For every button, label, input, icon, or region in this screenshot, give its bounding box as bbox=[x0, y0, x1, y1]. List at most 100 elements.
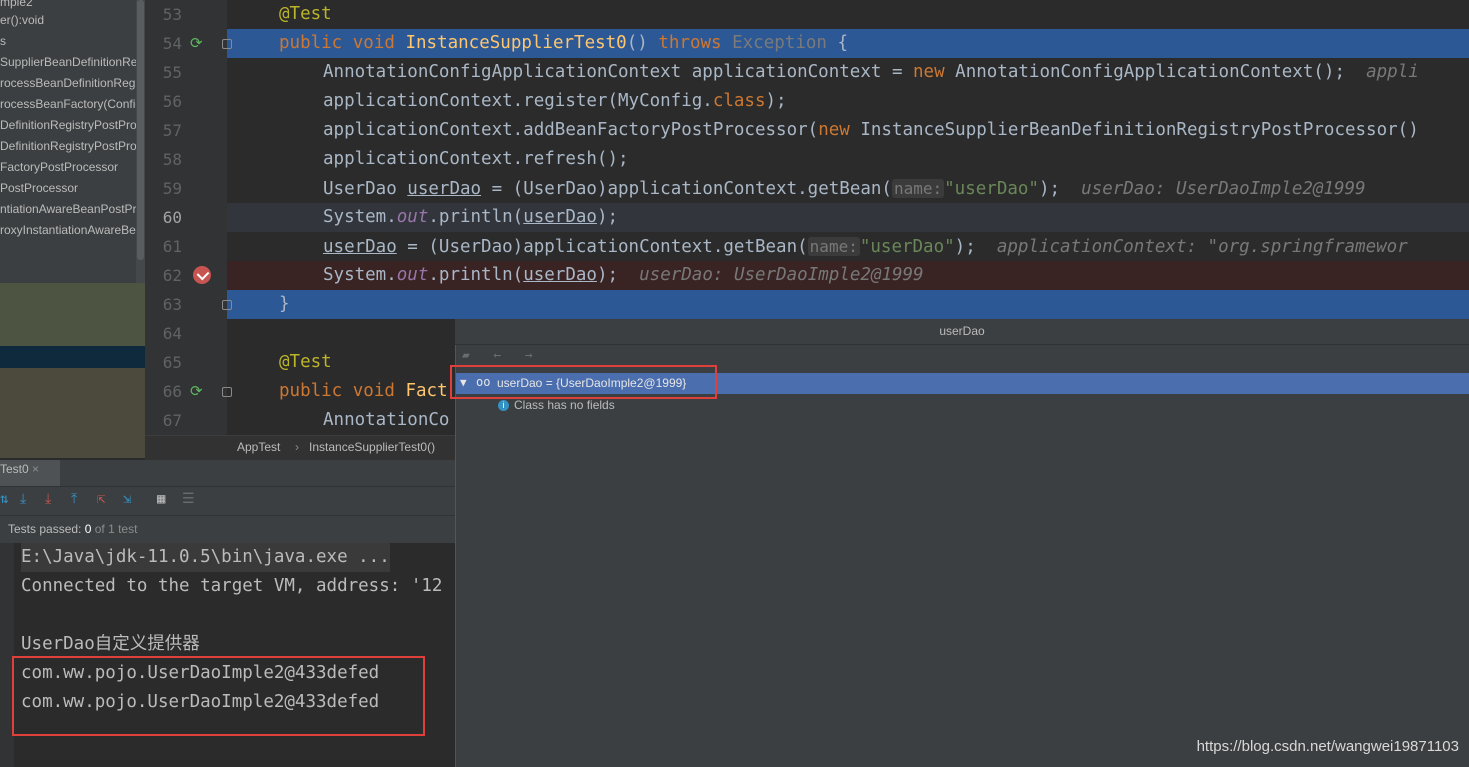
line-number: 66 bbox=[162, 382, 182, 401]
tree-item[interactable]: DefinitionRegistryPostPro bbox=[0, 117, 137, 133]
keyword: void bbox=[352, 33, 395, 53]
breadcrumb-method[interactable]: InstanceSupplierTest0() bbox=[309, 440, 435, 454]
static-field: out bbox=[396, 207, 429, 227]
keyword: new bbox=[913, 62, 945, 82]
string-literal: "userDao" bbox=[859, 237, 955, 257]
highlight-box bbox=[12, 656, 425, 736]
code-token: ); bbox=[765, 91, 787, 111]
code-token: = (UserDao)applicationContext.getBean( bbox=[481, 179, 892, 199]
code-line-57: applicationContext.addBeanFactoryPostPro… bbox=[323, 116, 1419, 145]
export-icon[interactable]: ⇱ bbox=[97, 490, 105, 508]
code-token: AnnotationConfigApplicationContext appli… bbox=[323, 62, 914, 82]
breadcrumb-class[interactable]: AppTest bbox=[237, 440, 280, 454]
code-token: AnnotationConfigApplicationContext(); bbox=[944, 62, 1345, 82]
method-name: Fact bbox=[405, 381, 448, 401]
tree-item[interactable]: er():void bbox=[0, 12, 44, 28]
code-token: UserDao bbox=[323, 179, 408, 199]
tree-item[interactable]: SupplierBeanDefinitionReg bbox=[0, 54, 144, 70]
code-token: ); bbox=[596, 207, 619, 227]
method-name: InstanceSupplierTest0 bbox=[405, 33, 627, 53]
inline-debug-value: appli bbox=[1366, 62, 1419, 82]
code-token: ); bbox=[954, 237, 976, 257]
back-arrow-icon[interactable]: ← bbox=[493, 348, 501, 363]
code-line-56: applicationContext.register(MyConfig.cla… bbox=[323, 87, 787, 116]
code-token: Exception bbox=[732, 33, 827, 53]
static-field: out bbox=[396, 265, 429, 285]
settings-icon[interactable]: ☰ bbox=[182, 490, 195, 508]
tree-item[interactable]: s bbox=[0, 33, 6, 49]
background-region bbox=[0, 368, 145, 458]
tree-item[interactable]: rocessBeanDefinitionRegi bbox=[0, 75, 138, 91]
line-number: 60 bbox=[162, 208, 182, 227]
tree-item[interactable]: PostProcessor bbox=[0, 180, 78, 196]
inline-debug-value: userDao: UserDaoImple2@1999 bbox=[639, 265, 924, 285]
breadcrumb-separator: › bbox=[295, 440, 299, 454]
check-icon bbox=[196, 267, 210, 281]
line-number: 62 bbox=[162, 266, 182, 285]
code-line-60: System.out.println(userDao); bbox=[323, 203, 618, 232]
tree-scrollbar-thumb[interactable] bbox=[137, 0, 144, 260]
forward-arrow-icon[interactable]: → bbox=[525, 348, 533, 363]
scroll-up-icon[interactable]: ⤒ bbox=[71, 490, 77, 508]
line-number: 65 bbox=[162, 353, 182, 372]
code-line-65: @Test bbox=[279, 348, 332, 377]
variable: userDao bbox=[523, 265, 597, 285]
status-suffix: of 1 test bbox=[91, 522, 138, 536]
run-tab-label[interactable]: Test0 × bbox=[0, 462, 39, 476]
close-icon[interactable]: × bbox=[32, 462, 39, 476]
expand-icon[interactable]: ⤓ bbox=[20, 490, 26, 508]
console-line: Connected to the target VM, address: '12 bbox=[21, 576, 443, 596]
tree-item[interactable]: ntiationAwareBeanPostPr bbox=[0, 201, 137, 217]
annotation: @Test bbox=[279, 352, 332, 372]
keyword: throws bbox=[658, 33, 722, 53]
run-test-icon[interactable]: ⟳ bbox=[190, 29, 203, 58]
line-number: 63 bbox=[162, 295, 182, 314]
status-prefix: Tests passed: bbox=[8, 522, 85, 536]
highlight-box bbox=[450, 365, 717, 399]
string-literal: "userDao" bbox=[944, 179, 1039, 199]
inline-debug-value: userDao: UserDaoImple2@1999 bbox=[1081, 179, 1366, 199]
tree-item[interactable]: DefinitionRegistryPostPro bbox=[0, 138, 137, 154]
background-region bbox=[0, 283, 145, 346]
code-token: applicationContext.addBeanFactoryPostPro… bbox=[323, 120, 819, 140]
code-token: .println( bbox=[428, 207, 524, 227]
run-test-icon[interactable]: ⟳ bbox=[190, 377, 203, 406]
code-token: InstanceSupplierBeanDefinitionRegistryPo… bbox=[849, 120, 1419, 140]
folder-icon[interactable]: ▰ bbox=[462, 348, 470, 363]
breakpoint-icon[interactable] bbox=[193, 266, 211, 284]
tree-child-label: Class has no fields bbox=[514, 398, 615, 412]
fold-icon[interactable] bbox=[222, 39, 232, 49]
fold-icon[interactable] bbox=[222, 387, 232, 397]
popup-toolbar: ▰ ← → bbox=[462, 348, 532, 363]
scroll-down-icon[interactable]: ⤓ bbox=[45, 490, 51, 508]
code-token: = (UserDao)applicationContext.getBean( bbox=[396, 237, 808, 257]
code-token: System. bbox=[323, 265, 397, 285]
keyword: public bbox=[279, 381, 343, 401]
grid-icon[interactable]: ▦ bbox=[157, 490, 165, 508]
line-number: 54 bbox=[162, 34, 182, 53]
line-number: 61 bbox=[162, 237, 182, 256]
line-number: 55 bbox=[162, 63, 182, 82]
sort-icon[interactable]: ⇅ bbox=[0, 490, 8, 508]
tree-item[interactable]: mple2 bbox=[0, 0, 33, 10]
import-icon[interactable]: ⇲ bbox=[123, 490, 131, 508]
code-token: } bbox=[279, 294, 290, 314]
variable: userDao bbox=[323, 237, 397, 257]
background-region bbox=[0, 346, 145, 368]
code-token: applicationContext.register(MyConfig. bbox=[323, 91, 713, 111]
fold-icon[interactable] bbox=[222, 300, 232, 310]
tree-item[interactable]: roxyInstantiationAwareBe bbox=[0, 222, 136, 238]
line-number: 53 bbox=[162, 5, 182, 24]
code-token: ); bbox=[1038, 179, 1061, 199]
code-line-54: public void InstanceSupplierTest0() thro… bbox=[279, 29, 848, 58]
keyword: void bbox=[352, 381, 395, 401]
project-tree: mple2 er():void s SupplierBeanDefinition… bbox=[0, 0, 145, 283]
tree-item[interactable]: FactoryPostProcessor bbox=[0, 159, 118, 175]
inline-debug-value: applicationContext: "org.springframewor bbox=[996, 237, 1408, 257]
keyword: class bbox=[712, 91, 766, 111]
code-token: ); bbox=[596, 265, 619, 285]
code-line-53: @Test bbox=[279, 0, 332, 29]
keyword: public bbox=[279, 33, 343, 53]
tree-item[interactable]: rocessBeanFactory(Config bbox=[0, 96, 142, 112]
console-line: UserDao自定义提供器 bbox=[21, 634, 200, 654]
